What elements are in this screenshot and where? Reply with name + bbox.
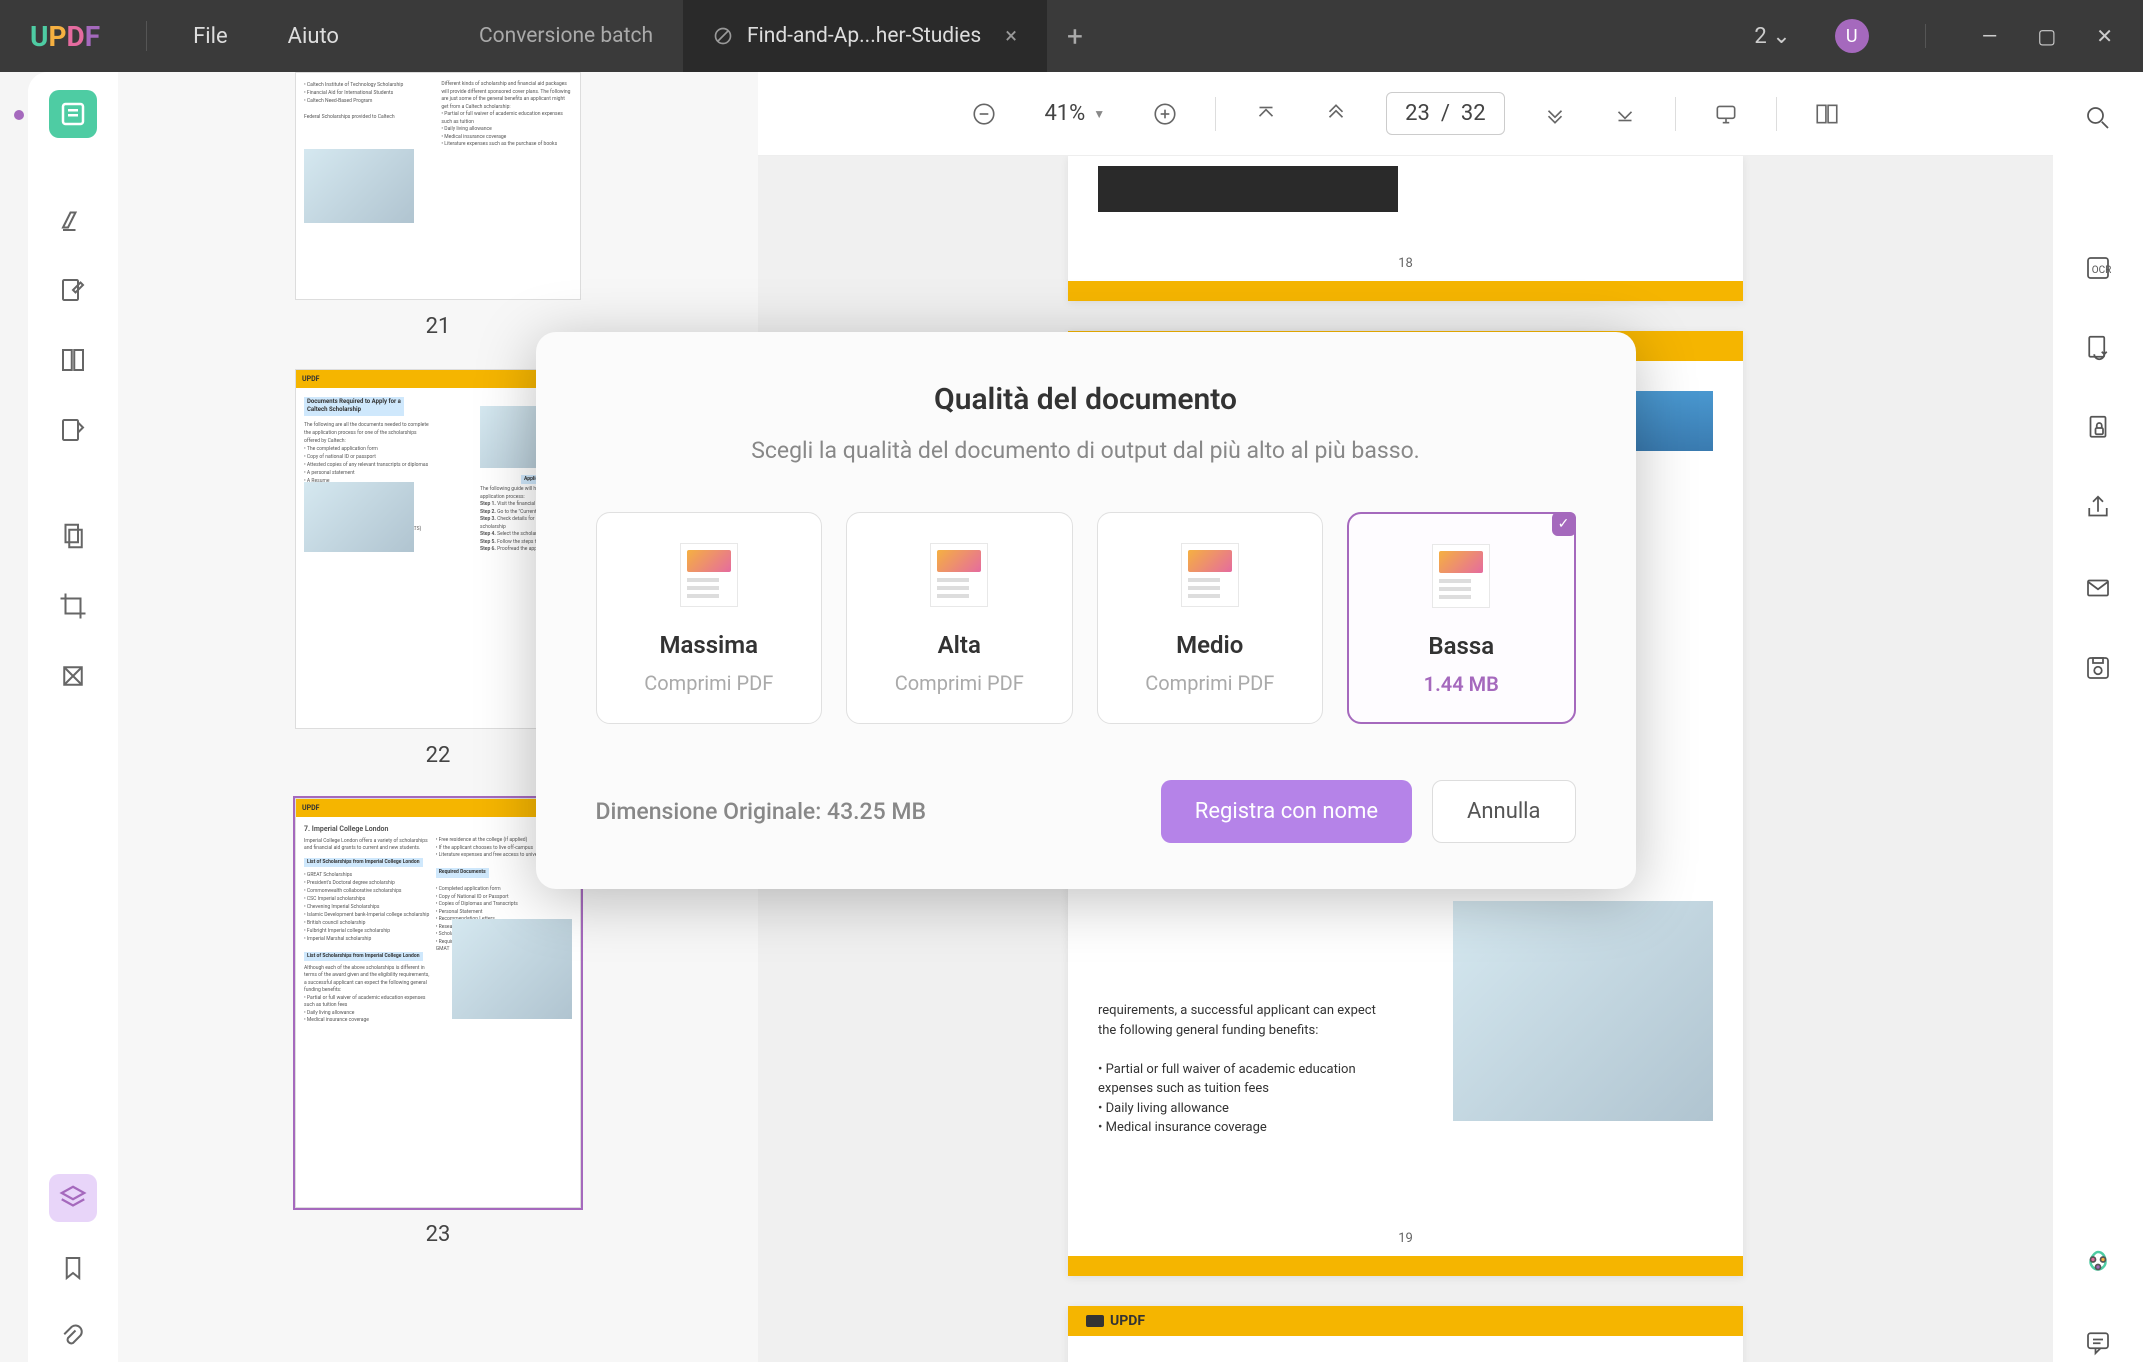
share-button[interactable] [2078,488,2118,528]
bookmark-tool[interactable] [49,1244,97,1292]
protect-button[interactable] [2078,408,2118,448]
quality-thumb-icon [680,543,738,607]
left-toolbar [28,72,118,1362]
quality-thumb-icon [1432,544,1490,608]
prev-page-button[interactable] [1316,94,1356,134]
search-button[interactable] [2078,98,2118,138]
original-size-label: Dimensione Originale: 43.25 MB [596,798,927,825]
form-tool[interactable] [49,406,97,454]
crop-tool[interactable] [49,582,97,630]
quality-option-medium[interactable]: Medio Comprimi PDF [1097,512,1324,724]
top-toolbar: 41%▼ 23 / 32 [758,72,2053,156]
quality-thumb-icon [930,543,988,607]
quality-info: Comprimi PDF [607,671,812,695]
last-page-button[interactable] [1605,94,1645,134]
page-current-input[interactable]: 23 [1405,101,1430,126]
highlight-tool[interactable] [49,196,97,244]
reader-tool[interactable] [49,90,97,138]
tab-label: Find-and-Ap...her-Studies [747,24,981,48]
pages-tool[interactable] [49,512,97,560]
check-icon: ✓ [1552,512,1576,536]
edit-tool[interactable] [49,266,97,314]
tab-document[interactable]: Find-and-Ap...her-Studies × [683,0,1047,72]
quality-option-max[interactable]: Massima Comprimi PDF [596,512,823,724]
quality-name: Alta [857,631,1062,659]
save-button[interactable] [2078,648,2118,688]
quality-info: Comprimi PDF [857,671,1062,695]
window-controls: 2 ⌄ U — ▢ ✕ [1754,19,2143,53]
page-18: 18 [1068,156,1743,301]
window-count[interactable]: 2 ⌄ [1754,24,1790,49]
ai-button[interactable] [2078,1242,2118,1282]
cancel-button[interactable]: Annulla [1432,780,1575,843]
minimize-button[interactable]: — [1982,24,1998,48]
save-as-button[interactable]: Registra con nome [1161,780,1412,843]
redact-tool[interactable] [49,652,97,700]
user-avatar[interactable]: U [1835,19,1869,53]
view-mode-button[interactable] [1807,94,1847,134]
right-toolbar: OCR [2053,72,2143,1362]
close-tab-icon[interactable]: × [1005,24,1017,49]
tab-batch-conversion[interactable]: Conversione batch [449,0,683,72]
page-indicator: 23 / 32 [1386,92,1504,135]
quality-name: Bassa [1359,632,1564,660]
attachment-tool[interactable] [49,1314,97,1362]
next-page-button[interactable] [1535,94,1575,134]
page-20: UPDF 8. University College of London [1068,1306,1743,1362]
close-window-button[interactable]: ✕ [2096,24,2113,48]
comment-button[interactable] [2078,1322,2118,1362]
first-page-button[interactable] [1246,94,1286,134]
quality-option-low[interactable]: ✓ Bassa 1.44 MB [1347,512,1576,724]
quality-option-high[interactable]: Alta Comprimi PDF [846,512,1073,724]
menu-help[interactable]: Aiuto [258,24,369,49]
modal-subtitle: Scegli la qualità del documento di outpu… [596,437,1576,464]
modal-title: Qualità del documento [596,382,1576,417]
email-button[interactable] [2078,568,2118,608]
layers-tool[interactable] [49,1174,97,1222]
page-total: 32 [1461,101,1486,126]
ocr-button[interactable]: OCR [2078,248,2118,288]
quality-thumb-icon [1181,543,1239,607]
presentation-button[interactable] [1706,94,1746,134]
quality-info: Comprimi PDF [1108,671,1313,695]
quality-info: 1.44 MB [1359,672,1564,696]
app-logo: UPDF [0,20,130,53]
quality-name: Medio [1108,631,1313,659]
thumb-label: 23 [238,1222,638,1247]
new-tab-button[interactable]: + [1047,0,1103,72]
cursor-indicator [14,110,24,120]
document-quality-modal: Qualità del documento Scegli la qualità … [536,332,1636,889]
quality-name: Massima [607,631,812,659]
thumbnail[interactable]: • Caltech Institute of Technology Schola… [238,72,638,339]
titlebar: UPDF File Aiuto Conversione batch Find-a… [0,0,2143,72]
convert-button[interactable] [2078,328,2118,368]
menu-file[interactable]: File [163,24,258,49]
organize-tool[interactable] [49,336,97,384]
svg-text:OCR: OCR [2092,265,2112,276]
tab-bar: Conversione batch Find-and-Ap...her-Stud… [449,0,1103,72]
maximize-button[interactable]: ▢ [2037,24,2056,48]
zoom-out-button[interactable] [964,94,1004,134]
zoom-level[interactable]: 41%▼ [1034,101,1115,126]
zoom-in-button[interactable] [1145,94,1185,134]
document-disabled-icon [713,26,733,46]
